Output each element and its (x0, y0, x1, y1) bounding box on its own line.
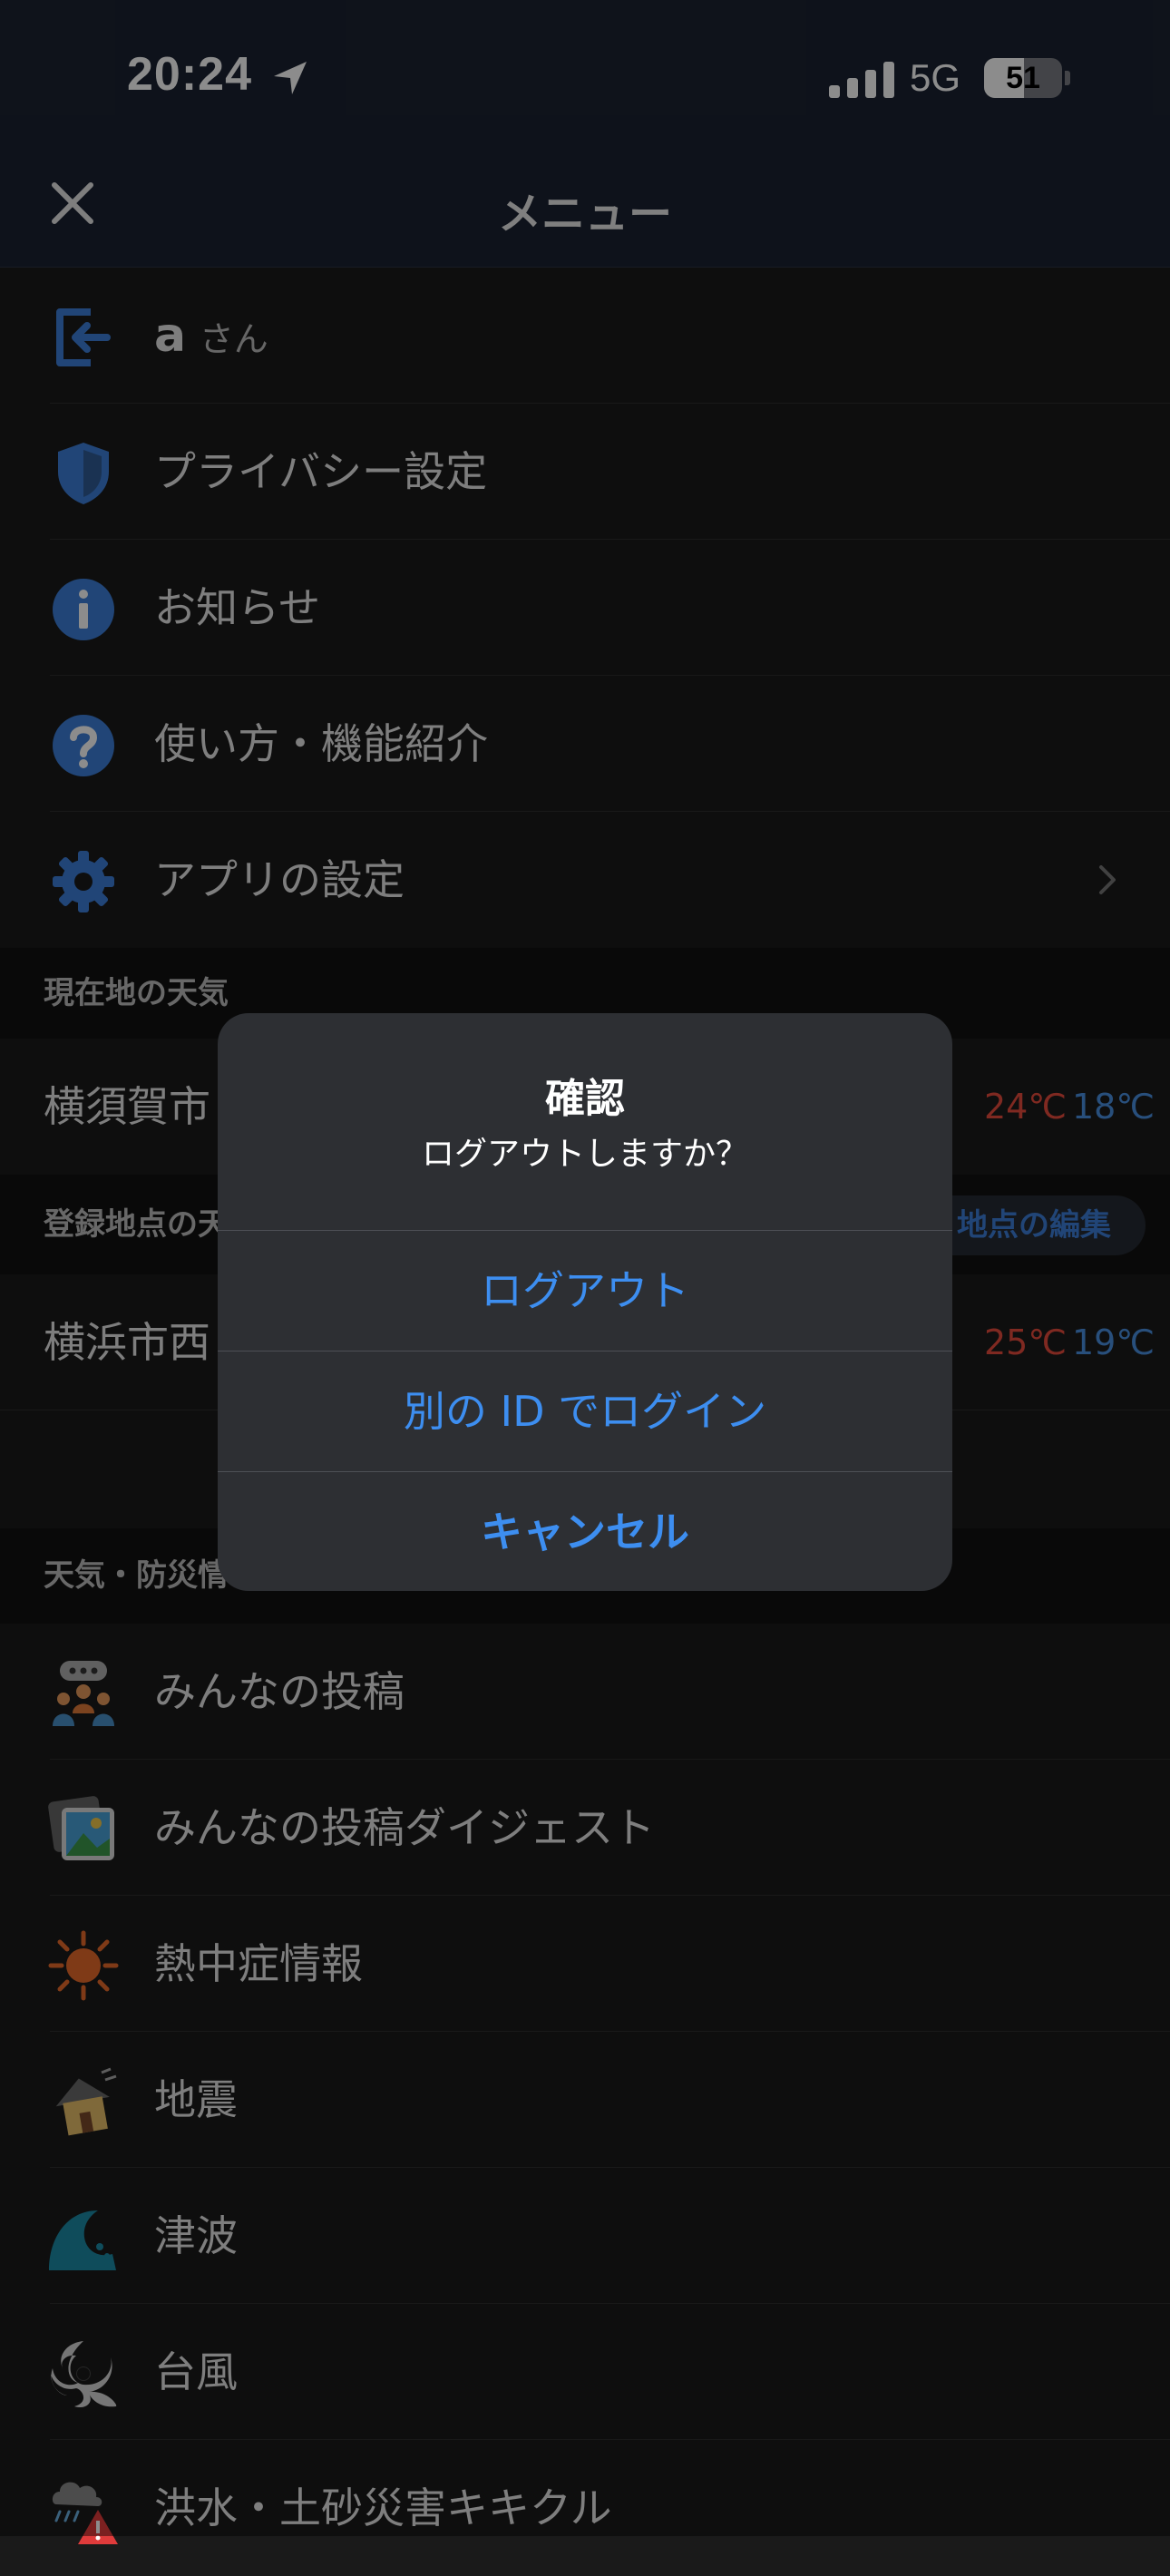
logout-confirm-dialog: 確認 ログアウトしますか？ ログアウト 別の ID でログイン キャンセル (218, 1013, 952, 1591)
cancel-button[interactable]: キャンセル (218, 1471, 952, 1591)
logout-button[interactable]: ログアウト (218, 1230, 952, 1351)
login-other-id-button[interactable]: 別の ID でログイン (218, 1351, 952, 1472)
dialog-message: ログアウトしますか？ (421, 1136, 748, 1173)
dialog-title: 確認 (545, 1076, 625, 1122)
